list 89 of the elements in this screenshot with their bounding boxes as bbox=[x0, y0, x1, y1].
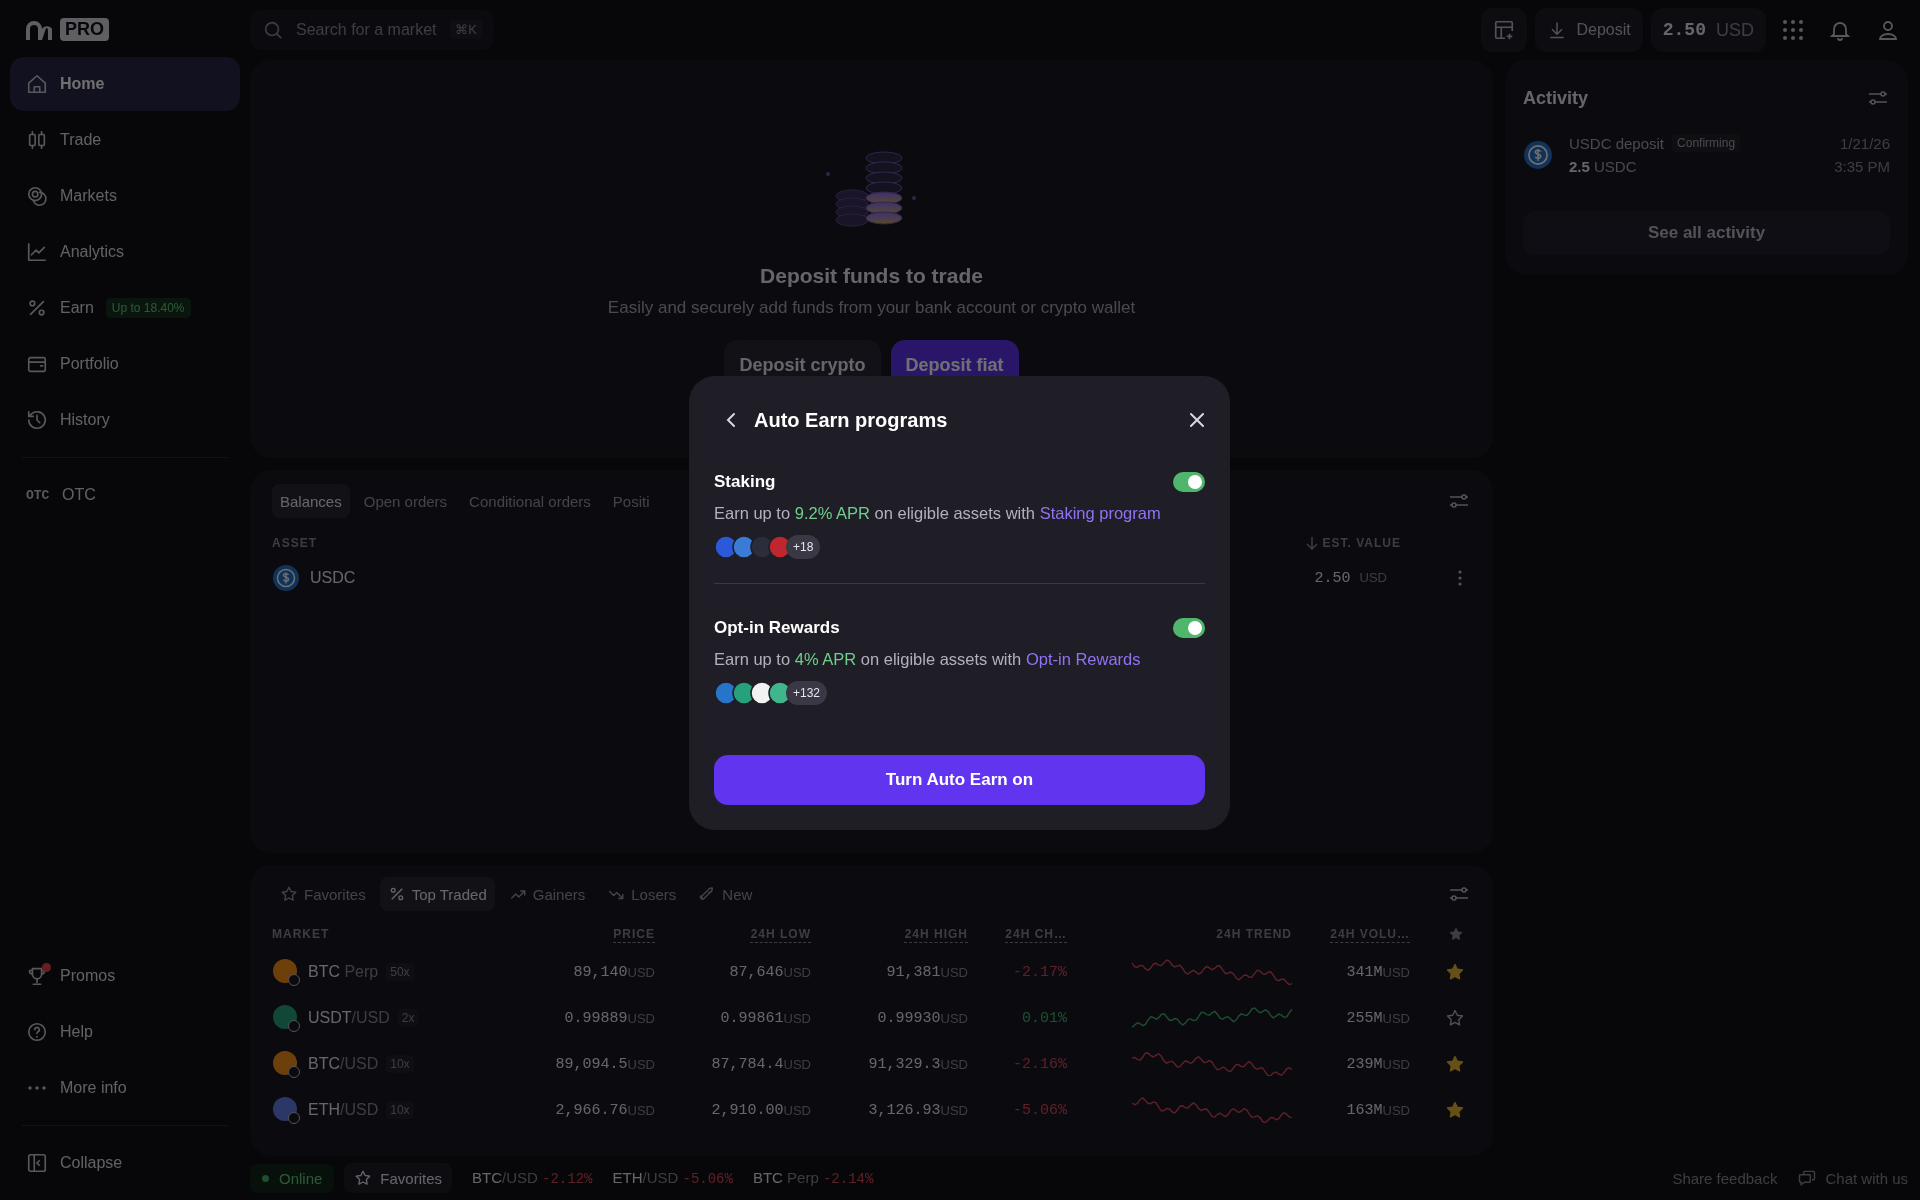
program-name: Opt-in Rewards bbox=[714, 618, 840, 638]
add-widget-button[interactable] bbox=[1480, 8, 1527, 52]
favorites-button[interactable]: Favorites bbox=[344, 1163, 453, 1193]
candlestick-icon bbox=[26, 129, 48, 151]
coin-icon bbox=[272, 1004, 300, 1032]
otc-icon: OTC bbox=[26, 487, 50, 503]
dialog-title: Auto Earn programs bbox=[754, 408, 948, 432]
activity-title: Activity bbox=[1523, 87, 1589, 109]
turn-auto-earn-on-button[interactable]: Turn Auto Earn on bbox=[714, 755, 1205, 805]
sidebar-item[interactable]: Trade bbox=[10, 113, 240, 167]
grid-icon bbox=[1782, 19, 1804, 41]
favorite-star-icon[interactable] bbox=[1445, 1100, 1465, 1120]
rate-badge: Up to 18.40% bbox=[105, 298, 191, 318]
star-icon bbox=[1447, 925, 1465, 943]
connection-status: Online bbox=[250, 1163, 335, 1193]
sidebar-item[interactable]: More info bbox=[10, 1061, 240, 1115]
activity-item-title[interactable]: USDC deposit bbox=[1569, 134, 1665, 152]
program-link[interactable]: Opt-in Rewards bbox=[1025, 650, 1141, 668]
balances-tab[interactable]: Open orders bbox=[355, 484, 456, 518]
program-description: Earn up to 9.2% APR on eligible assets with Staking program bbox=[714, 504, 1162, 523]
status-badge: Confirming bbox=[1672, 134, 1741, 152]
sidebar-item[interactable]: Analytics bbox=[10, 225, 240, 279]
balances-tab[interactable]: Conditional orders bbox=[461, 484, 599, 518]
history-icon bbox=[26, 409, 48, 431]
ticker-item[interactable]: BTC/USD -2.12% bbox=[472, 1169, 593, 1187]
ticker-item[interactable]: ETH/USD -5.06% bbox=[612, 1169, 733, 1187]
star-icon bbox=[280, 885, 298, 903]
chat-link[interactable]: Chat with us bbox=[1797, 1168, 1908, 1188]
collapse-icon bbox=[26, 1152, 48, 1174]
sort-down-icon[interactable] bbox=[1304, 536, 1319, 550]
coin-icon bbox=[272, 1096, 300, 1124]
sidebar-item[interactable]: Earn Up to 18.40% bbox=[10, 281, 240, 335]
sidebar-item[interactable]: History bbox=[10, 393, 240, 447]
market-tab[interactable]: Gainers bbox=[500, 877, 594, 911]
favorite-star-icon[interactable] bbox=[1445, 962, 1465, 982]
trophy-icon bbox=[26, 965, 48, 987]
coins-icon bbox=[26, 185, 48, 207]
change-cell: -2.17% bbox=[1013, 963, 1067, 981]
market-tab[interactable]: Losers bbox=[599, 877, 685, 911]
logo-badge: PRO bbox=[60, 18, 109, 41]
back-icon[interactable] bbox=[724, 411, 738, 429]
share-feedback-link[interactable]: Share feedback bbox=[1672, 1169, 1778, 1187]
asset-name: USDC bbox=[310, 569, 356, 587]
favorite-star-icon[interactable] bbox=[1445, 1054, 1465, 1074]
user-icon bbox=[1876, 18, 1900, 42]
change-cell: 0.01% bbox=[1022, 1009, 1067, 1027]
deposit-button[interactable]: Deposit bbox=[1534, 8, 1643, 52]
balances-tab[interactable]: Positi bbox=[604, 484, 658, 518]
favorite-star-icon[interactable] bbox=[1445, 1008, 1465, 1028]
chat-icon bbox=[1797, 1168, 1818, 1188]
sidebar-item[interactable]: Portfolio bbox=[10, 337, 240, 391]
more-icon bbox=[28, 1086, 46, 1090]
deposit-title: Deposit funds to trade bbox=[760, 264, 983, 288]
ticker-item[interactable]: BTC Perp -2.14% bbox=[752, 1169, 874, 1187]
collapse-button[interactable]: Collapse bbox=[10, 1136, 240, 1190]
more-assets-count: +132 bbox=[786, 681, 828, 705]
sidebar-item[interactable]: Help bbox=[10, 1005, 240, 1059]
usdc-coin-icon bbox=[1523, 139, 1553, 170]
program-description: Earn up to 4% APR on eligible assets with Opt-in Rewards bbox=[714, 650, 1142, 669]
more-assets-count: +18 bbox=[786, 535, 821, 559]
program-toggle[interactable] bbox=[1173, 618, 1205, 638]
activity-amount: 2.5 USDC bbox=[1569, 158, 1638, 175]
sidebar-item[interactable]: Markets bbox=[10, 169, 240, 223]
star-icon bbox=[354, 1169, 373, 1187]
see-all-activity-button[interactable]: See all activity bbox=[1523, 211, 1890, 255]
percent-icon bbox=[26, 297, 48, 319]
coin-icon bbox=[272, 1050, 300, 1078]
sidebar-item[interactable]: OTC OTC bbox=[10, 468, 240, 522]
change-cell: -5.06% bbox=[1013, 1101, 1067, 1119]
deposit-subtitle: Easily and securely add funds from your bank account or crypto wallet bbox=[607, 298, 1136, 318]
market-tab[interactable]: New bbox=[690, 877, 761, 911]
close-icon[interactable] bbox=[1189, 412, 1205, 428]
sidebar-item[interactable]: Promos bbox=[10, 949, 240, 1003]
program-link[interactable]: Staking program bbox=[1039, 504, 1161, 522]
program-name: Staking bbox=[714, 472, 776, 492]
more-vertical-icon[interactable] bbox=[1457, 569, 1463, 587]
coin-icon bbox=[272, 958, 300, 986]
layout-add-icon bbox=[1492, 19, 1515, 41]
market-tab[interactable]: Top Traded bbox=[379, 877, 495, 911]
line-chart-icon bbox=[26, 241, 48, 263]
balances-tab[interactable]: Balances bbox=[272, 484, 350, 518]
help-icon bbox=[26, 1021, 48, 1043]
market-tab[interactable]: Favorites bbox=[272, 877, 374, 911]
change-cell: -2.16% bbox=[1013, 1055, 1067, 1073]
home-icon bbox=[26, 73, 48, 95]
program-toggle[interactable] bbox=[1173, 472, 1205, 492]
usdc-coin-icon bbox=[272, 564, 300, 592]
logo-icon bbox=[24, 19, 54, 40]
sidebar-item[interactable]: Home bbox=[10, 57, 240, 111]
